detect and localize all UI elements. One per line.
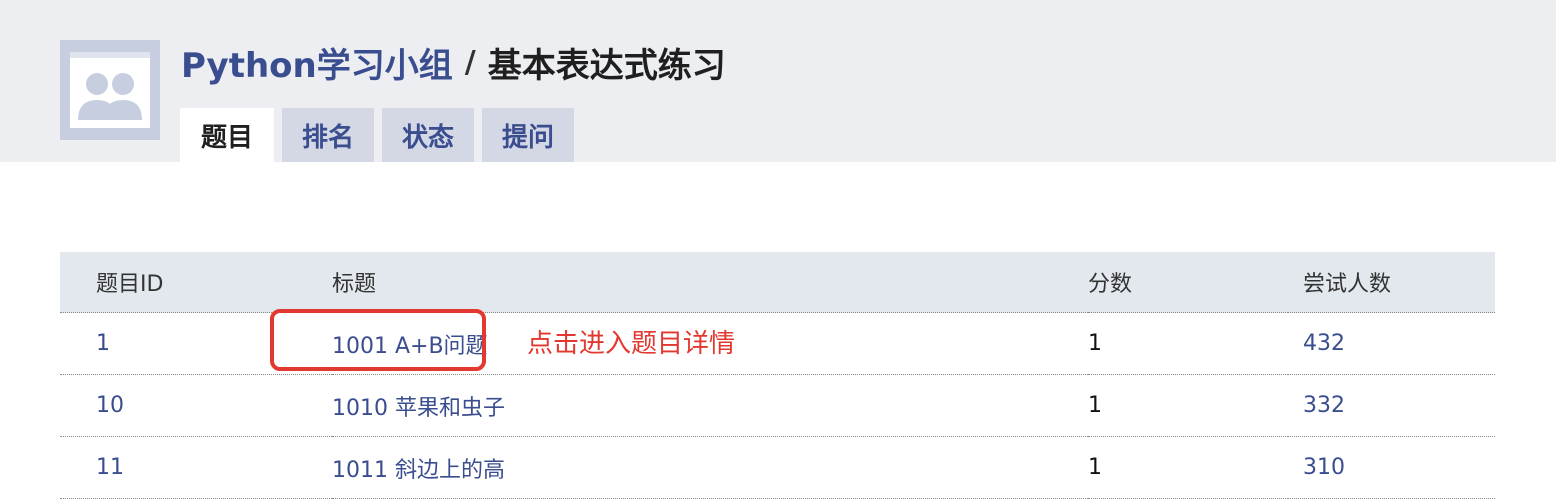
page-title: 基本表达式练习 — [487, 45, 726, 86]
tab-questions[interactable]: 提问 — [482, 108, 575, 162]
column-header-score[interactable]: 分数 — [1088, 252, 1288, 313]
table-row: 11 1011 斜边上的高 1 310 — [60, 436, 1495, 499]
annotation-text: 点击进入题目详情 — [527, 329, 736, 359]
problem-tries: 432 — [1288, 312, 1495, 375]
column-header-id[interactable]: 题目ID — [60, 252, 332, 313]
problem-id: 10 — [60, 374, 332, 437]
problem-score: 1 — [1088, 374, 1288, 437]
problem-title-link[interactable]: 1011 斜边上的高 — [332, 458, 505, 483]
problem-score: 1 — [1088, 312, 1288, 375]
problem-table: 题目ID 标题 分数 尝试人数 1 1001 A+B问题 1 432 10 10… — [60, 252, 1495, 499]
group-name-link[interactable]: Python学习小组 — [181, 38, 453, 87]
tab-ranking[interactable]: 排名 — [282, 108, 375, 162]
column-header-tries[interactable]: 尝试人数 — [1288, 252, 1495, 313]
annotation-highlight-box — [270, 309, 486, 371]
group-avatar[interactable] — [60, 40, 160, 140]
problem-score: 1 — [1088, 436, 1288, 499]
problem-id: 11 — [60, 436, 332, 499]
tab-problems[interactable]: 题目 — [180, 108, 275, 162]
tab-status[interactable]: 状态 — [382, 108, 475, 162]
problem-tries: 332 — [1288, 374, 1495, 437]
page-heading: Python学习小组 / 基本表达式练习 — [181, 38, 726, 87]
table-row: 10 1010 苹果和虫子 1 332 — [60, 374, 1495, 437]
breadcrumb-separator: / — [464, 44, 476, 80]
tab-bar: 题目 排名 状态 提问 — [180, 108, 582, 162]
table-header-row: 题目ID 标题 分数 尝试人数 — [60, 252, 1495, 313]
group-avatar-icon — [70, 52, 150, 128]
problem-title-link[interactable]: 1010 苹果和虫子 — [332, 396, 505, 421]
column-header-title[interactable]: 标题 — [332, 252, 1088, 313]
problem-tries: 310 — [1288, 436, 1495, 499]
